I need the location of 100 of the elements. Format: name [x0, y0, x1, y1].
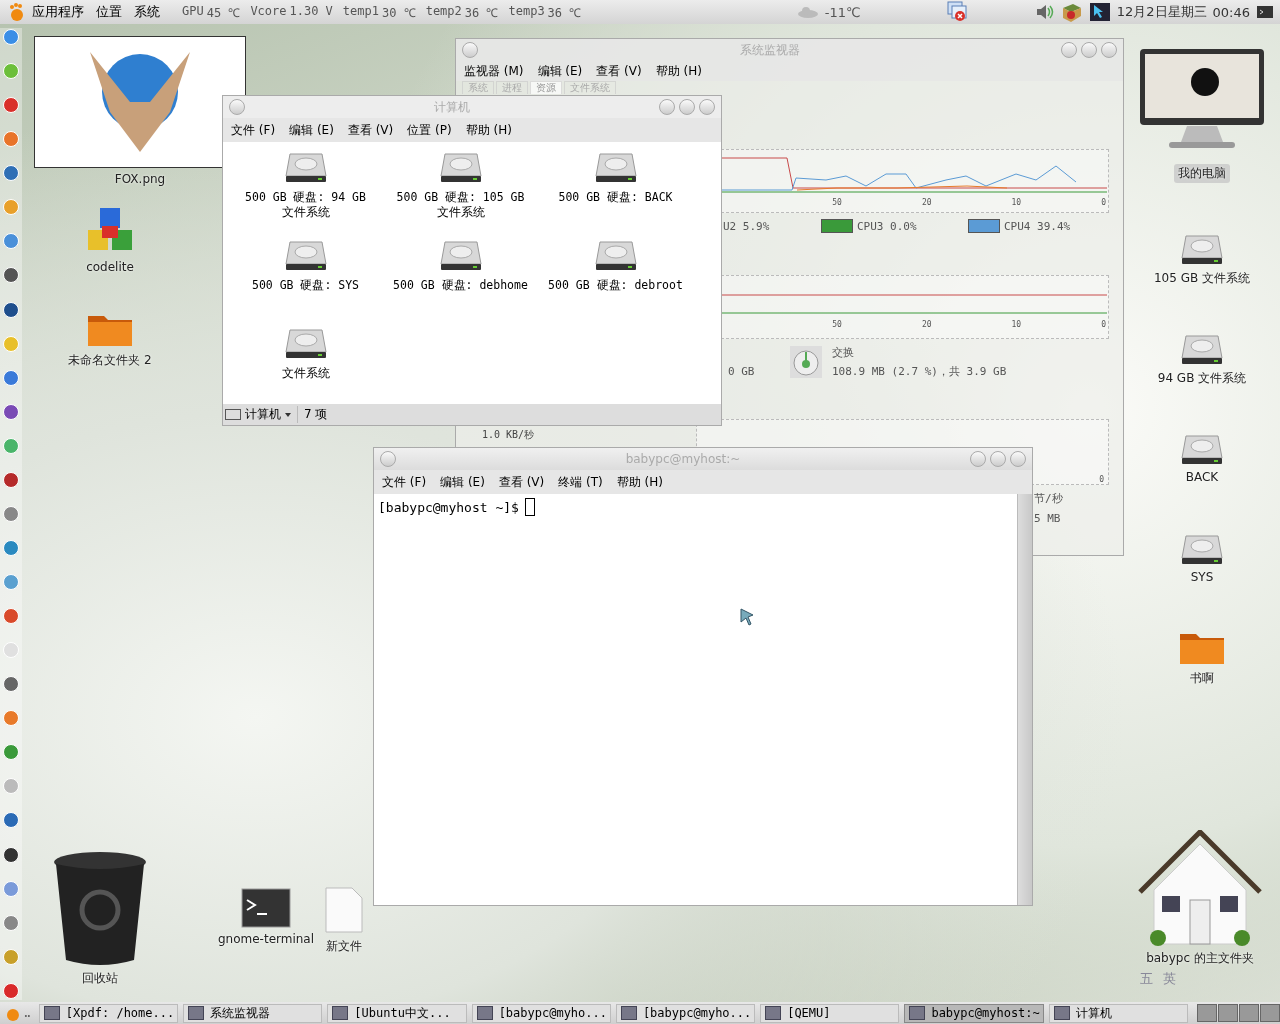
- drive-label[interactable]: 500 GB 硬盘: debhome: [393, 278, 528, 293]
- hard-drive-icon[interactable]: [1180, 534, 1224, 566]
- desktop-icon-label[interactable]: 未命名文件夹 2: [68, 352, 152, 369]
- minimize-button[interactable]: [970, 451, 986, 467]
- drive-label[interactable]: 500 GB 硬盘: BACK: [558, 190, 673, 205]
- color-swatch[interactable]: [968, 219, 1000, 233]
- menu-item[interactable]: 编辑 (E): [440, 473, 485, 491]
- hard-drive-icon[interactable]: [438, 240, 483, 272]
- house-icon[interactable]: [1138, 830, 1262, 946]
- sensor-label: Vcore: [250, 3, 287, 20]
- desktop-icon-label[interactable]: SYS: [1190, 570, 1214, 584]
- hard-drive-icon[interactable]: [593, 240, 638, 272]
- terminal-icon[interactable]: [241, 888, 291, 928]
- window-menu-button[interactable]: [380, 451, 396, 467]
- maximize-button[interactable]: [990, 451, 1006, 467]
- desktop-icon-label[interactable]: FOX.png: [114, 172, 166, 186]
- taskbar-button[interactable]: [babypc@myho...: [615, 1003, 756, 1023]
- drive-label[interactable]: 文件系统: [281, 366, 330, 381]
- app-launcher-icon[interactable]: [2, 300, 20, 319]
- panel-menu[interactable]: 系统: [134, 3, 160, 21]
- close-button[interactable]: [699, 99, 715, 115]
- taskbar-button[interactable]: [Ubuntu中文...: [327, 1003, 467, 1023]
- desktop-icon-label[interactable]: BACK: [1185, 470, 1219, 484]
- menu-item[interactable]: 查看 (V): [498, 473, 545, 491]
- taskbar-button[interactable]: [QEMU]: [760, 1003, 900, 1023]
- trash-can-icon[interactable]: [52, 850, 148, 966]
- desktop-icon-label[interactable]: 书啊: [1190, 670, 1214, 687]
- scrollbar[interactable]: [1017, 494, 1032, 905]
- menu-item[interactable]: 帮助 (H): [655, 62, 702, 80]
- panel-menu[interactable]: 位置: [96, 3, 122, 21]
- desktop-icon-label[interactable]: codelite: [86, 260, 134, 274]
- desktop-icon-label[interactable]: 105 GB 文件系统: [1153, 270, 1251, 287]
- window-icon: [188, 1006, 205, 1020]
- menu-item[interactable]: 帮助 (H): [465, 121, 512, 139]
- drive-label[interactable]: 500 GB 硬盘: 105 GB 文件系统: [390, 190, 531, 220]
- item-count: 7 项: [304, 406, 328, 423]
- window-menu-button[interactable]: [229, 99, 245, 115]
- hard-drive-icon[interactable]: [1180, 434, 1224, 466]
- menu-item[interactable]: 文件 (F): [382, 473, 427, 491]
- menu-item[interactable]: 监视器 (M): [464, 62, 524, 80]
- speaker-icon[interactable]: [1034, 3, 1055, 21]
- swap-gauge-icon[interactable]: [790, 346, 822, 378]
- drive-label[interactable]: 500 GB 硬盘: debroot: [548, 278, 683, 293]
- maximize-button[interactable]: [1081, 42, 1097, 58]
- axis-tick-label: 50: [832, 320, 842, 329]
- hard-drive-icon[interactable]: [1180, 234, 1224, 266]
- taskbar-button[interactable]: [babypc@myho...: [471, 1003, 611, 1023]
- window-icon: [765, 1006, 782, 1020]
- workspace-switcher[interactable]: [1196, 1004, 1280, 1022]
- app-launcher-icon[interactable]: [2, 811, 20, 830]
- desktop-icon-label[interactable]: 我的电脑: [1174, 164, 1230, 183]
- hard-drive-icon[interactable]: [438, 152, 483, 184]
- minimize-button[interactable]: [1061, 42, 1077, 58]
- menu-item[interactable]: 编辑 (E): [289, 121, 334, 139]
- app-launcher-icon[interactable]: [2, 266, 20, 285]
- sensor-value: 45 ℃: [206, 4, 241, 21]
- hard-drive-icon[interactable]: [283, 240, 328, 272]
- app-launcher-icon[interactable]: [2, 470, 20, 489]
- menu-item[interactable]: 文件 (F): [231, 121, 276, 139]
- hard-drive-icon[interactable]: [593, 152, 638, 184]
- desktop-icon-label[interactable]: 回收站: [82, 970, 118, 987]
- app-launcher-icon[interactable]: [2, 402, 20, 421]
- maximize-button[interactable]: [679, 99, 695, 115]
- window-menu-button[interactable]: [462, 42, 478, 58]
- clock-time[interactable]: 00:46: [1212, 4, 1250, 20]
- hard-drive-icon[interactable]: [283, 328, 328, 360]
- desktop-icon-label[interactable]: 94 GB 文件系统: [1157, 370, 1247, 387]
- hard-drive-icon[interactable]: [1180, 334, 1224, 366]
- app-launcher-icon[interactable]: [2, 845, 20, 864]
- window-title: 计算机: [433, 98, 471, 116]
- location-dropdown[interactable]: 计算机: [225, 406, 298, 423]
- color-swatch[interactable]: [821, 219, 853, 233]
- taskbar-button[interactable]: babypc@myhost:~: [904, 1003, 1044, 1023]
- window-close-icon[interactable]: [946, 1, 969, 23]
- taskbar-button[interactable]: [Xpdf: /home...: [38, 1003, 179, 1023]
- taskbar-button[interactable]: 计算机: [1048, 1003, 1188, 1023]
- swap-label: 交换: [832, 345, 855, 360]
- menu-item[interactable]: 位置 (P): [407, 121, 452, 139]
- hard-drive-icon[interactable]: [283, 152, 328, 184]
- taskbar-button[interactable]: 系统监视器: [183, 1003, 323, 1023]
- panel-menu[interactable]: 应用程序: [32, 3, 84, 21]
- cloud-icon: [796, 6, 819, 18]
- desktop-icon-label[interactable]: gnome-terminal: [217, 932, 315, 946]
- network-speed-text: 节/秒: [1034, 491, 1063, 506]
- close-button[interactable]: [1010, 451, 1026, 467]
- drive-label[interactable]: 500 GB 硬盘: SYS: [251, 278, 360, 293]
- pointer-box-icon[interactable]: [1088, 2, 1111, 22]
- desktop-icon-label[interactable]: babypc 的主文件夹: [1146, 950, 1254, 967]
- desktop-icon-label[interactable]: 新文件: [326, 938, 362, 955]
- sensor-label: temp1: [342, 3, 379, 20]
- menu-item[interactable]: 帮助 (H): [616, 473, 663, 491]
- menu-item[interactable]: 终端 (T): [558, 473, 603, 491]
- close-button[interactable]: [1101, 42, 1117, 58]
- minimize-button[interactable]: [659, 99, 675, 115]
- app-launcher-icon[interactable]: [2, 675, 20, 694]
- date-text[interactable]: 12月2日星期三: [1116, 3, 1207, 21]
- menu-item[interactable]: 查看 (V): [596, 62, 642, 80]
- menu-item[interactable]: 查看 (V): [347, 121, 394, 139]
- drive-label[interactable]: 500 GB 硬盘: 94 GB 文件系统: [235, 190, 376, 220]
- menu-item[interactable]: 编辑 (E): [537, 62, 583, 80]
